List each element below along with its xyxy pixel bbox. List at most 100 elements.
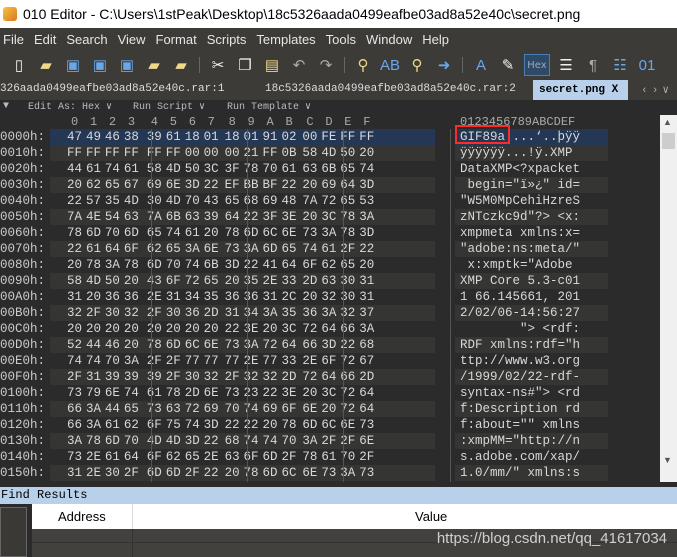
hex-byte[interactable]: 3E bbox=[244, 322, 259, 336]
hex-byte[interactable]: 73 bbox=[359, 418, 374, 432]
find-in-files-icon[interactable]: ⚲ bbox=[406, 54, 428, 76]
ascii-text[interactable]: /1999/02/22-rdf- bbox=[460, 370, 580, 384]
hex-byte[interactable]: 6D bbox=[263, 242, 278, 256]
run-script-dropdown[interactable]: Run Script ∨ bbox=[133, 101, 205, 113]
hex-byte[interactable]: 2C bbox=[281, 290, 296, 304]
hex-byte[interactable]: FF bbox=[124, 146, 139, 160]
hex-byte[interactable]: 72 bbox=[321, 194, 336, 208]
hex-byte[interactable]: 3D bbox=[204, 418, 219, 432]
hex-byte[interactable]: 2F bbox=[225, 370, 240, 384]
hex-byte[interactable]: 6E bbox=[302, 466, 317, 480]
hex-byte[interactable]: 62 bbox=[147, 242, 162, 256]
hex-byte[interactable]: 6D bbox=[105, 434, 120, 448]
hex-byte[interactable]: 00 bbox=[204, 146, 219, 160]
hex-byte[interactable]: 61 bbox=[105, 450, 120, 464]
ascii-text[interactable]: x:xmptk="Adobe bbox=[460, 258, 580, 272]
collapse-icon[interactable]: ▼ bbox=[3, 101, 9, 112]
hex-byte[interactable]: 48 bbox=[281, 194, 296, 208]
hex-byte[interactable]: 3A bbox=[185, 242, 200, 256]
hex-byte[interactable]: 31 bbox=[263, 290, 278, 304]
hex-byte[interactable]: 3A bbox=[86, 418, 101, 432]
hex-byte[interactable]: 2F bbox=[67, 370, 82, 384]
hex-byte[interactable]: 64 bbox=[124, 450, 139, 464]
hex-byte[interactable]: 36 bbox=[185, 306, 200, 320]
hex-byte[interactable]: 74 bbox=[185, 418, 200, 432]
tab-secret-png[interactable]: secret.png X bbox=[533, 80, 628, 100]
hex-byte[interactable]: 2E bbox=[86, 466, 101, 480]
hex-byte[interactable]: 77 bbox=[263, 354, 278, 368]
hex-byte[interactable]: 66 bbox=[67, 418, 82, 432]
hex-byte[interactable]: 32 bbox=[244, 370, 259, 384]
hex-byte[interactable]: 3A bbox=[124, 354, 139, 368]
hex-byte[interactable]: 73 bbox=[67, 450, 82, 464]
hex-byte[interactable]: 61 bbox=[166, 130, 181, 144]
new-file-icon[interactable]: ▯ bbox=[8, 54, 30, 76]
hex-byte[interactable]: 4D bbox=[321, 146, 336, 160]
hex-byte[interactable]: 63 bbox=[166, 402, 181, 416]
hex-byte[interactable]: 20 bbox=[302, 290, 317, 304]
tab-navigation[interactable]: ‹›∨ bbox=[641, 83, 673, 97]
hex-byte[interactable]: 3C bbox=[321, 386, 336, 400]
menu-scripts[interactable]: Scripts bbox=[203, 32, 253, 47]
hex-byte[interactable]: 6B bbox=[204, 258, 219, 272]
hex-byte[interactable]: 70 bbox=[105, 354, 120, 368]
scrollbar-thumb[interactable] bbox=[662, 133, 675, 149]
hex-byte[interactable]: 2D bbox=[204, 306, 219, 320]
binary-icon[interactable]: 01 bbox=[636, 54, 658, 76]
hex-byte[interactable]: 34 bbox=[244, 306, 259, 320]
find-icon[interactable]: ⚲ bbox=[352, 54, 374, 76]
hex-byte[interactable]: 22 bbox=[225, 418, 240, 432]
hex-byte[interactable]: 20 bbox=[225, 466, 240, 480]
hex-byte[interactable]: 6C bbox=[281, 466, 296, 480]
hex-byte[interactable]: 72 bbox=[185, 402, 200, 416]
close-tab-icon[interactable]: X bbox=[612, 84, 619, 96]
hex-byte[interactable]: 2F bbox=[185, 466, 200, 480]
hex-byte[interactable]: 61 bbox=[86, 242, 101, 256]
hex-byte[interactable]: 20 bbox=[166, 322, 181, 336]
ascii-text[interactable]: :xmpMM="http://n bbox=[460, 434, 580, 448]
hex-byte[interactable]: 0B bbox=[281, 146, 296, 160]
hex-byte[interactable]: 20 bbox=[124, 322, 139, 336]
hex-byte[interactable]: 2F bbox=[147, 306, 162, 320]
hex-byte[interactable]: 61 bbox=[124, 162, 139, 176]
hex-byte[interactable]: 35 bbox=[204, 290, 219, 304]
hex-byte[interactable]: 32 bbox=[204, 370, 219, 384]
hex-byte[interactable]: 78 bbox=[86, 258, 101, 272]
hex-byte[interactable]: 65 bbox=[225, 194, 240, 208]
hex-byte[interactable]: 2F bbox=[166, 354, 181, 368]
menu-help[interactable]: Help bbox=[418, 32, 455, 47]
paste-icon[interactable]: ▤ bbox=[261, 54, 283, 76]
hex-byte[interactable]: 2F bbox=[281, 450, 296, 464]
hex-byte[interactable]: 20 bbox=[302, 210, 317, 224]
hex-byte[interactable]: 58 bbox=[147, 162, 162, 176]
hex-byte[interactable]: 73 bbox=[302, 226, 317, 240]
hex-byte[interactable]: 20 bbox=[321, 402, 336, 416]
hex-byte[interactable]: 3F bbox=[263, 210, 278, 224]
hex-byte[interactable]: 6E bbox=[166, 178, 181, 192]
hex-byte[interactable]: 57 bbox=[86, 194, 101, 208]
hex-byte[interactable]: 73 bbox=[67, 386, 82, 400]
hex-byte[interactable]: 7A bbox=[302, 194, 317, 208]
hex-byte[interactable]: 3A bbox=[321, 226, 336, 240]
hex-byte[interactable]: 6D bbox=[302, 418, 317, 432]
hex-byte[interactable]: 3D bbox=[321, 338, 336, 352]
ascii-text[interactable]: RDF xmlns:rdf="h bbox=[460, 338, 580, 352]
cut-icon[interactable]: ✂ bbox=[207, 54, 229, 76]
hex-byte[interactable]: 68 bbox=[244, 194, 259, 208]
hex-byte[interactable]: 61 bbox=[86, 162, 101, 176]
hex-byte[interactable]: 20 bbox=[124, 338, 139, 352]
hex-byte[interactable]: 66 bbox=[67, 402, 82, 416]
hex-byte[interactable]: 33 bbox=[281, 354, 296, 368]
hex-byte[interactable]: 22 bbox=[204, 434, 219, 448]
hex-byte[interactable]: 6C bbox=[263, 226, 278, 240]
hex-byte[interactable]: 75 bbox=[166, 418, 181, 432]
hex-byte[interactable]: 78 bbox=[86, 434, 101, 448]
hex-byte[interactable]: 3A bbox=[105, 258, 120, 272]
hex-byte[interactable]: 31 bbox=[67, 290, 82, 304]
hex-byte[interactable]: 77 bbox=[185, 354, 200, 368]
hex-byte[interactable]: 63 bbox=[225, 450, 240, 464]
hex-byte[interactable]: 64 bbox=[321, 370, 336, 384]
hex-byte[interactable]: 91 bbox=[263, 130, 278, 144]
value-column-header[interactable]: Value bbox=[415, 509, 447, 524]
hex-byte[interactable]: 20 bbox=[124, 274, 139, 288]
